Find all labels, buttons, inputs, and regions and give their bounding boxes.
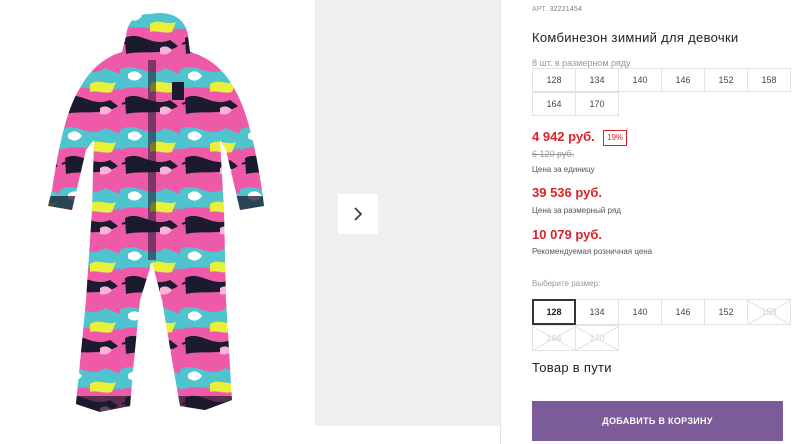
- retail-price: 10 079 руб.: [532, 227, 603, 242]
- size-row-cell: 170: [575, 92, 619, 116]
- unit-price: 4 942 руб.: [532, 129, 595, 144]
- size-row-cell: 140: [618, 68, 662, 92]
- product-image[interactable]: [0, 0, 315, 444]
- size-option[interactable]: 146: [661, 299, 705, 325]
- retail-price-caption: Рекомендуемая розничная цена: [532, 247, 653, 256]
- size-option[interactable]: 140: [618, 299, 662, 325]
- size-row-grid: 128 134 140 146 152 158 164 170: [532, 68, 791, 116]
- row-price-caption: Цена за размерный ряд: [532, 206, 621, 215]
- size-option-selected[interactable]: 128: [532, 299, 576, 325]
- next-image-button[interactable]: [338, 194, 378, 234]
- old-price: 6 120 руб.: [532, 149, 575, 159]
- size-option-unavailable: 170: [575, 325, 619, 351]
- size-row-cell: 134: [575, 68, 619, 92]
- size-row-cell: 146: [661, 68, 705, 92]
- discount-badge: 19%: [603, 130, 628, 146]
- article-number: АРТ. 32221454: [532, 6, 582, 13]
- size-row-cell: 164: [532, 92, 576, 116]
- size-option[interactable]: 134: [575, 299, 619, 325]
- choose-size-label: Выберите размер:: [532, 279, 601, 288]
- availability-status: Товар в пути: [532, 360, 612, 375]
- size-option-unavailable: 158: [747, 299, 791, 325]
- add-to-cart-button[interactable]: ДОБАВИТЬ В КОРЗИНУ: [532, 401, 783, 441]
- chevron-right-icon: [354, 207, 363, 221]
- panel-divider: [500, 0, 501, 444]
- product-title: Комбинезон зимний для девочки: [532, 30, 739, 45]
- size-option[interactable]: 152: [704, 299, 748, 325]
- jumpsuit-illustration: [48, 12, 264, 413]
- size-row-label: 8 шт. в размерном ряду: [532, 58, 631, 68]
- article-label: АРТ.: [532, 6, 548, 13]
- article-value: 32221454: [549, 6, 583, 13]
- size-option-unavailable: 164: [532, 325, 576, 351]
- size-row-cell: 128: [532, 68, 576, 92]
- size-row-cell: 158: [747, 68, 791, 92]
- size-row-cell: 152: [704, 68, 748, 92]
- unit-price-caption: Цена за единицу: [532, 165, 595, 174]
- row-price: 39 536 руб.: [532, 185, 603, 200]
- size-picker: 128 134 140 146 152 158 164 170: [532, 299, 791, 351]
